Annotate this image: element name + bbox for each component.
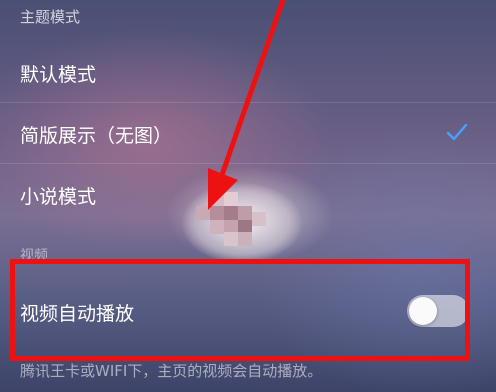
annotation-highlight-box (10, 259, 470, 361)
